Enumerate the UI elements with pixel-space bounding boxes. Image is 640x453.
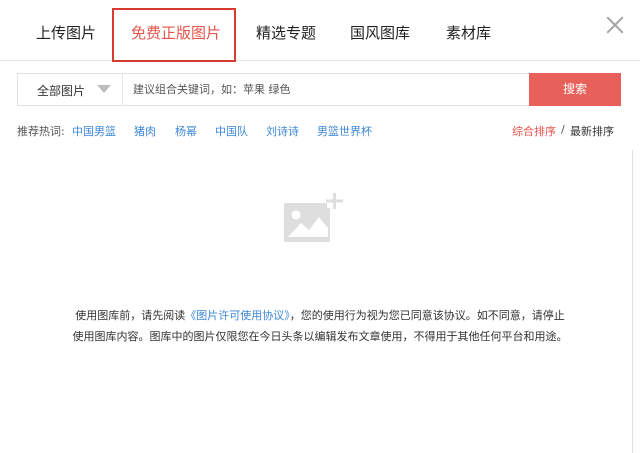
hot-keyword-link[interactable]: 男篮世界杯 xyxy=(317,123,372,139)
search-input[interactable] xyxy=(123,74,529,105)
hot-keywords-label: 推荐热词: xyxy=(17,125,65,138)
hot-keyword-link[interactable]: 刘诗诗 xyxy=(266,123,299,139)
tab-upload-image[interactable]: 上传图片 xyxy=(36,22,96,43)
usage-notice: 使用图库前，请先阅读《图片许可使用协议》，您的使用行为视为您已同意该协议。如不同… xyxy=(0,305,640,347)
sort-latest[interactable]: 最新排序 xyxy=(570,123,614,139)
caret-down-icon xyxy=(97,85,111,93)
hot-keyword-link[interactable]: 猪肉 xyxy=(134,123,156,139)
hot-keyword-link[interactable]: 杨幂 xyxy=(175,123,197,139)
notice-text-line2: 使用图库内容。图库中的图片仅限您在今日头条以编辑发布文章使用，不得用于其他任何平… xyxy=(72,330,568,343)
notice-text: ，您的使用行为视为您已同意该协议。如不同意，请停止 xyxy=(289,309,565,322)
scrollbar-track[interactable] xyxy=(632,150,633,453)
tab-material-library[interactable]: 素材库 xyxy=(446,22,491,43)
close-icon[interactable] xyxy=(604,14,626,36)
hot-keyword-link[interactable]: 中国队 xyxy=(215,123,248,139)
license-agreement-link[interactable]: 《图片许可使用协议》 xyxy=(185,309,290,322)
search-bar: 全部图片 搜索 xyxy=(17,73,621,106)
sort-comprehensive[interactable]: 综合排序 xyxy=(512,123,556,139)
active-tab-highlight-box xyxy=(112,8,236,62)
tab-chinese-style-gallery[interactable]: 国风图库 xyxy=(350,22,410,43)
search-button[interactable]: 搜索 xyxy=(529,73,621,106)
category-dropdown[interactable]: 全部图片 xyxy=(18,74,123,105)
category-dropdown-label: 全部图片 xyxy=(37,84,86,98)
hot-keyword-link[interactable]: 中国男篮 xyxy=(72,123,116,139)
sort-separator: / xyxy=(561,123,565,136)
image-add-placeholder-icon xyxy=(284,193,343,242)
notice-text: 使用图库前，请先阅读 xyxy=(75,309,186,322)
tab-featured-topics[interactable]: 精选专题 xyxy=(256,22,316,43)
tab-bar: 上传图片 免费正版图片 精选专题 国风图库 素材库 xyxy=(0,0,640,62)
